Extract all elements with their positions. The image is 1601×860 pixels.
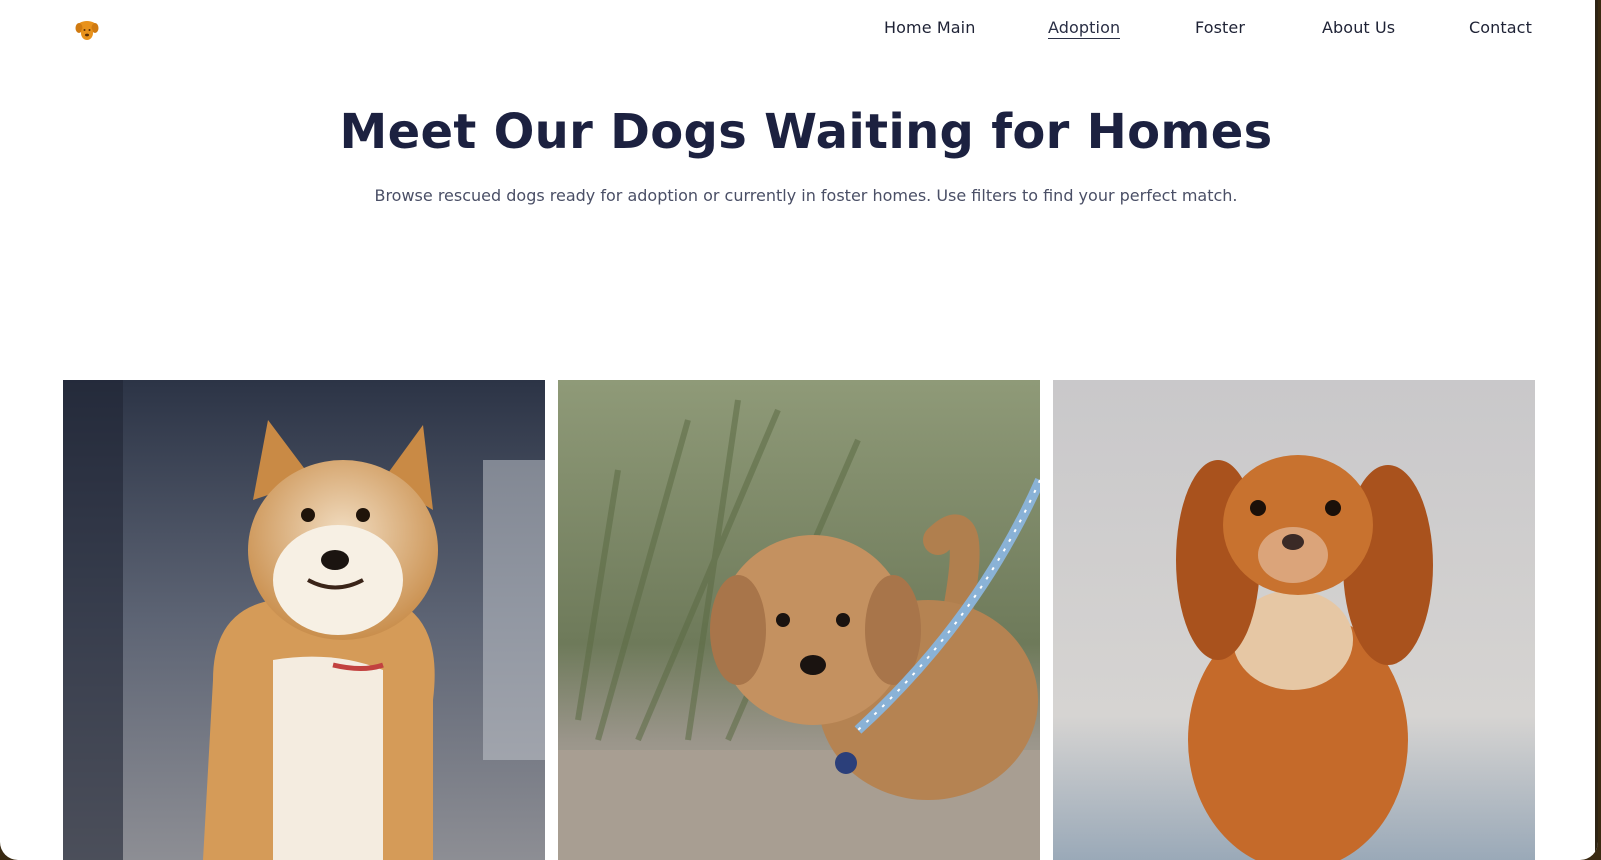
page-title: Meet Our Dogs Waiting for Homes [339, 104, 1273, 160]
page-subtitle: Browse rescued dogs ready for adoption o… [374, 186, 1238, 205]
navbar: Home Main Adoption Foster About Us Conta… [0, 0, 1598, 60]
shiba-inu-photo [63, 380, 545, 860]
nav-home-main[interactable]: Home Main [884, 18, 975, 37]
nav-about-us[interactable]: About Us [1322, 18, 1395, 37]
dog-card-cavalier[interactable] [1053, 380, 1535, 860]
window-edge [1595, 0, 1598, 860]
dog-gallery [63, 380, 1535, 860]
poodle-puppy-on-leash-photo [558, 380, 1040, 860]
nav-contact[interactable]: Contact [1469, 18, 1532, 37]
nav-foster[interactable]: Foster [1195, 18, 1245, 37]
dog-card-poodle[interactable] [558, 380, 1040, 860]
nav-adoption[interactable]: Adoption [1048, 18, 1121, 39]
dog-head-icon[interactable] [75, 19, 99, 41]
dog-card-shiba[interactable] [63, 380, 545, 860]
cavalier-spaniel-photo [1053, 380, 1535, 860]
adoption-page: Home Main Adoption Foster About Us Conta… [0, 0, 1598, 860]
